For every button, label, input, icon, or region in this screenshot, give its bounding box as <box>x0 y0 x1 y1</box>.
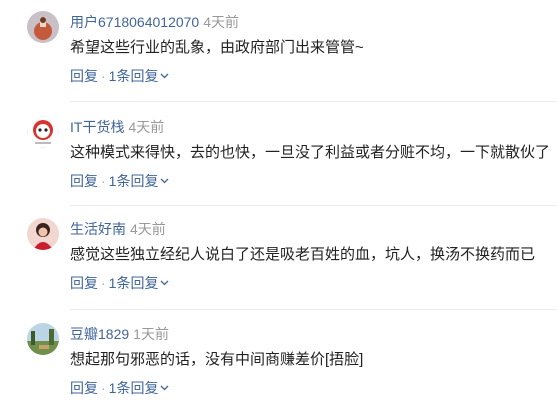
comment-meta: 豆瓣1829 1天前 <box>70 325 169 343</box>
comment-text: 这种模式来得快，去的也快，一旦没了利益或者分赃不均，一下就散伙了 <box>70 144 551 161</box>
chevron-down-icon <box>161 385 169 391</box>
avatar[interactable] <box>27 11 59 43</box>
comment-item: 生活好南 4天前 感觉这些独立经纪人说白了还是吸老百姓的血，坑人，换汤不换药而已 … <box>0 207 557 312</box>
comment-actions: 回复 · 1条回复 <box>70 67 169 85</box>
reply-button[interactable]: 回复 <box>70 380 98 396</box>
replies-count: 1条回复 <box>108 275 159 291</box>
comment-item: 豆瓣1829 1天前 想起那句邪恶的话，没有中间商赚差价[捂脸] 回复 · 1条回复 <box>0 312 557 417</box>
view-replies-button[interactable]: 1条回复 <box>109 380 170 396</box>
comment-text: 想起那句邪恶的话，没有中间商赚差价[捂脸] <box>70 351 364 368</box>
chevron-down-icon <box>161 178 169 184</box>
comment-meta: IT干货栈 4天前 <box>70 118 164 136</box>
avatar[interactable] <box>27 116 59 148</box>
reply-button[interactable]: 回复 <box>70 173 98 189</box>
avatar[interactable] <box>27 218 59 250</box>
username[interactable]: IT干货栈 <box>70 119 124 135</box>
separator: · <box>101 380 106 396</box>
username[interactable]: 生活好南 <box>70 221 126 237</box>
comment-item: 用户6718064012070 4天前 希望这些行业的乱象，由政府部门出来管管~ … <box>0 0 557 105</box>
reply-button[interactable]: 回复 <box>70 275 98 291</box>
replies-count: 1条回复 <box>108 173 159 189</box>
separator: · <box>101 275 106 291</box>
comment-actions: 回复 · 1条回复 <box>70 274 169 292</box>
separator: · <box>101 68 106 84</box>
comment-meta: 用户6718064012070 4天前 <box>70 13 239 31</box>
view-replies-button[interactable]: 1条回复 <box>109 68 170 84</box>
comment-text: 希望这些行业的乱象，由政府部门出来管管~ <box>70 39 364 56</box>
separator: · <box>101 173 106 189</box>
timestamp: 4天前 <box>203 14 240 30</box>
comment-text: 感觉这些独立经纪人说白了还是吸老百姓的血，坑人，换汤不换药而已 <box>70 246 536 263</box>
reply-button[interactable]: 回复 <box>70 68 98 84</box>
replies-count: 1条回复 <box>108 380 159 396</box>
view-replies-button[interactable]: 1条回复 <box>109 173 170 189</box>
chevron-down-icon <box>161 280 169 286</box>
comment-item: IT干货栈 4天前 这种模式来得快，去的也快，一旦没了利益或者分赃不均，一下就散伙… <box>0 105 557 210</box>
divider <box>70 101 557 102</box>
timestamp: 4天前 <box>130 221 166 237</box>
comment-actions: 回复 · 1条回复 <box>70 172 169 190</box>
username[interactable]: 用户6718064012070 <box>70 14 199 30</box>
divider <box>70 309 557 310</box>
timestamp: 1天前 <box>133 326 169 342</box>
comment-meta: 生活好南 4天前 <box>70 220 166 238</box>
replies-count: 1条回复 <box>108 68 159 84</box>
comment-actions: 回复 · 1条回复 <box>70 379 169 397</box>
avatar[interactable] <box>27 323 59 355</box>
timestamp: 4天前 <box>128 119 165 135</box>
chevron-down-icon <box>161 73 169 79</box>
username[interactable]: 豆瓣1829 <box>70 326 129 342</box>
view-replies-button[interactable]: 1条回复 <box>109 275 170 291</box>
divider <box>70 205 557 206</box>
